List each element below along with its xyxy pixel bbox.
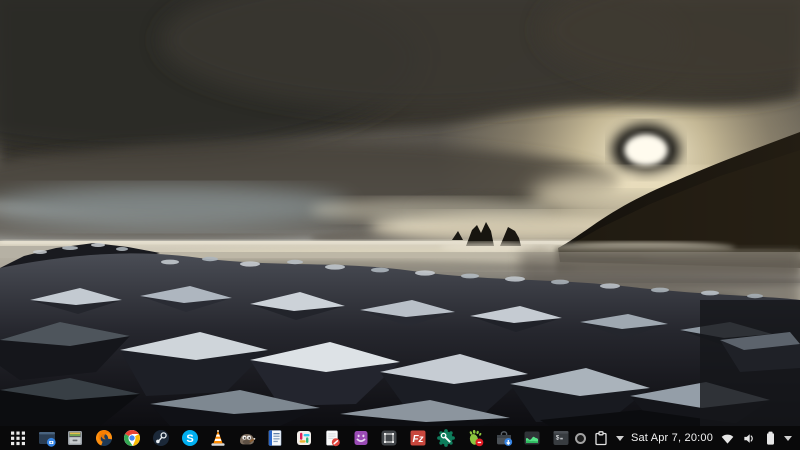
volume-icon[interactable] [742, 431, 757, 446]
launcher-tools[interactable] [435, 426, 458, 450]
launcher-slack[interactable] [292, 426, 315, 450]
launcher-chrome[interactable] [121, 426, 144, 450]
terminal-icon: $ [551, 428, 571, 448]
status-ring-indicator[interactable] [575, 433, 586, 444]
gnome-foot-icon [465, 428, 485, 448]
launcher-screenshot[interactable] [36, 426, 59, 450]
file-cabinet-icon [65, 428, 85, 448]
filezilla-letters: Fz [412, 434, 423, 445]
steam-icon [151, 428, 171, 448]
launcher-steam[interactable] [150, 426, 173, 450]
launcher-skype[interactable]: S [178, 426, 201, 450]
briefcase-download-icon [494, 428, 514, 448]
edit-document-icon [322, 428, 342, 448]
firefox-icon [94, 428, 114, 448]
wifi-icon[interactable] [720, 431, 735, 446]
launcher-gnome[interactable] [464, 426, 487, 450]
launcher-gimp[interactable] [235, 426, 258, 450]
system-tray: Sat Apr 7, 20:00 [575, 429, 796, 447]
slack-icon [294, 428, 314, 448]
launcher-installer[interactable] [492, 426, 515, 450]
launcher-filezilla[interactable]: Fz [407, 426, 430, 450]
clipboard-dropdown-caret[interactable] [616, 436, 624, 441]
launcher-writer[interactable] [264, 426, 287, 450]
terminal-prompt: $ [555, 434, 559, 441]
battery-full-icon[interactable] [764, 430, 777, 446]
skype-letter: S [186, 433, 193, 445]
apps-grid-icon [8, 428, 28, 448]
launcher-texteditor[interactable] [321, 426, 344, 450]
writer-document-icon [265, 428, 285, 448]
screenshot-icon [37, 428, 57, 448]
selection-frame-icon [379, 428, 399, 448]
launcher-sysmon[interactable] [521, 426, 544, 450]
desktop: S [0, 0, 800, 450]
launcher-peek[interactable] [378, 426, 401, 450]
taskbar: S [0, 426, 800, 450]
launcher-characters[interactable] [350, 426, 373, 450]
launcher-terminal[interactable]: $ [549, 426, 572, 450]
system-menu-caret[interactable] [784, 436, 792, 441]
chrome-icon [122, 428, 142, 448]
gear-wrench-icon [436, 428, 456, 448]
gimp-wilber-icon [237, 428, 257, 448]
clock[interactable]: Sat Apr 7, 20:00 [631, 432, 713, 444]
show-applications-button[interactable] [7, 426, 30, 450]
vlc-cone-icon [208, 428, 228, 448]
smiley-face-icon [351, 428, 371, 448]
filezilla-icon: Fz [408, 428, 428, 448]
launcher-files[interactable] [64, 426, 87, 450]
system-monitor-icon [522, 428, 542, 448]
launcher-vlc[interactable] [207, 426, 230, 450]
clipboard-indicator-icon[interactable] [593, 429, 609, 447]
launcher-firefox[interactable] [93, 426, 116, 450]
skype-icon: S [180, 428, 200, 448]
wallpaper-image [0, 0, 800, 426]
